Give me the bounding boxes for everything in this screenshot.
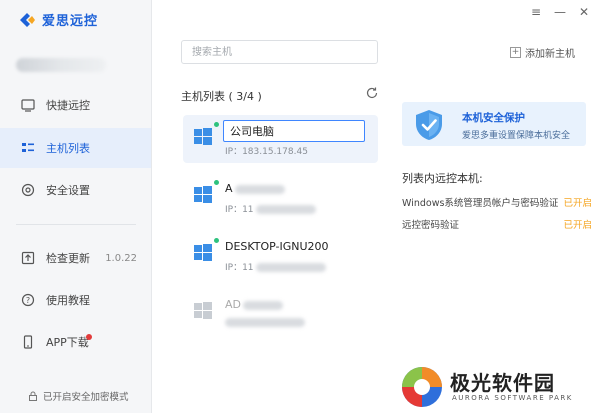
watermark: 极光软件园 AURORA SOFTWARE PARK (398, 363, 588, 411)
watermark-subtitle: AURORA SOFTWARE PARK (452, 394, 573, 402)
host-ip: IP：183.15.178.45 (225, 147, 308, 157)
sidebar-item-app-download[interactable]: APP下载 (0, 322, 151, 362)
sidebar-item-label: APP下载 (46, 336, 89, 349)
refresh-icon[interactable] (365, 86, 379, 100)
online-status-dot (214, 238, 219, 243)
host-list-icon (20, 140, 36, 156)
host-ip: IP：11 (225, 260, 326, 273)
update-icon (20, 250, 36, 266)
add-host-button[interactable]: + 添加新主机 (510, 45, 575, 60)
host-ip (225, 318, 305, 328)
menu-icon[interactable]: ≡ (530, 5, 542, 19)
security-title: 本机安全保护 (462, 112, 525, 124)
close-icon[interactable]: ✕ (578, 5, 590, 19)
minimize-icon[interactable]: — (554, 5, 566, 19)
remote-screen-icon (20, 97, 36, 113)
sidebar-item-quick-remote[interactable]: 快捷远控 (0, 85, 151, 125)
windows-icon (194, 244, 212, 261)
shield-check-icon (416, 110, 442, 140)
plus-icon: + (510, 47, 521, 58)
security-protection-card: 本机安全保护 爱思多重设置保障本机安全 (402, 102, 586, 146)
sidebar-item-label: 快捷远控 (46, 99, 90, 112)
sidebar-item-label: 主机列表 (46, 142, 90, 155)
sidebar-item-label: 使用教程 (46, 294, 90, 307)
sidebar-item-security-settings[interactable]: 安全设置 (0, 170, 151, 210)
svg-text:?: ? (26, 296, 30, 305)
encryption-status: 已开启安全加密模式 (28, 389, 129, 403)
lock-icon (29, 391, 37, 401)
check-label: Windows系统管理员帐户与密码验证 (402, 198, 559, 209)
host-item[interactable]: DESKTOP-IGNU200 IP：11 (183, 231, 378, 279)
brand: 爱思远控 (18, 10, 98, 29)
host-item[interactable]: IP：183.15.178.45 (183, 115, 378, 163)
search-input[interactable] (181, 40, 378, 64)
notification-dot (86, 334, 92, 340)
host-item[interactable]: A IP：11 (183, 173, 378, 221)
remote-checks-title: 列表内远控本机: (402, 172, 483, 185)
watermark-logo-icon (402, 367, 442, 407)
sidebar-divider (16, 224, 136, 225)
check-status: 已开启 (563, 198, 592, 209)
host-name: AD (225, 298, 283, 311)
check-row: Windows系统管理员帐户与密码验证 已开启 (402, 195, 592, 209)
version-label: 1.0.22 (105, 252, 137, 264)
sidebar-item-label: 检查更新 (46, 252, 90, 265)
window-controls: ≡ — ✕ (530, 5, 590, 19)
check-status: 已开启 (563, 220, 592, 231)
sidebar: 爱思远控 快捷远控 主机列表 安全设置 检查更新 1.0.22 ? 使用教程 A… (0, 0, 152, 413)
online-status-dot (214, 180, 219, 185)
sidebar-item-host-list[interactable]: 主机列表 (0, 128, 151, 168)
security-settings-icon (20, 182, 36, 198)
host-item[interactable]: AD (183, 289, 378, 337)
host-ip: IP：11 (225, 202, 316, 215)
app-name: 爱思远控 (42, 14, 99, 29)
security-subtitle: 爱思多重设置保障本机安全 (462, 131, 571, 141)
sidebar-item-tutorial[interactable]: ? 使用教程 (0, 280, 151, 320)
online-status-dot (214, 122, 219, 127)
sidebar-item-check-update[interactable]: 检查更新 1.0.22 (0, 238, 151, 278)
host-name: A (225, 182, 285, 195)
add-host-label: 添加新主机 (525, 49, 575, 60)
check-label: 远控密码验证 (402, 220, 460, 231)
check-row: 远控密码验证 已开启 (402, 217, 592, 231)
app-logo-icon (20, 12, 35, 27)
host-rename-input[interactable] (223, 120, 365, 142)
sidebar-item-label: 安全设置 (46, 184, 90, 197)
user-account-blurred (16, 58, 106, 72)
windows-icon (194, 186, 212, 203)
windows-icon (194, 128, 212, 145)
windows-icon (194, 302, 212, 319)
phone-icon (20, 334, 36, 350)
watermark-title: 极光软件园 (450, 371, 555, 395)
encryption-status-label: 已开启安全加密模式 (43, 392, 129, 403)
host-list-title: 主机列表 ( 3/4 ) (181, 90, 262, 103)
help-icon: ? (20, 292, 36, 308)
host-name: DESKTOP-IGNU200 (225, 240, 329, 253)
